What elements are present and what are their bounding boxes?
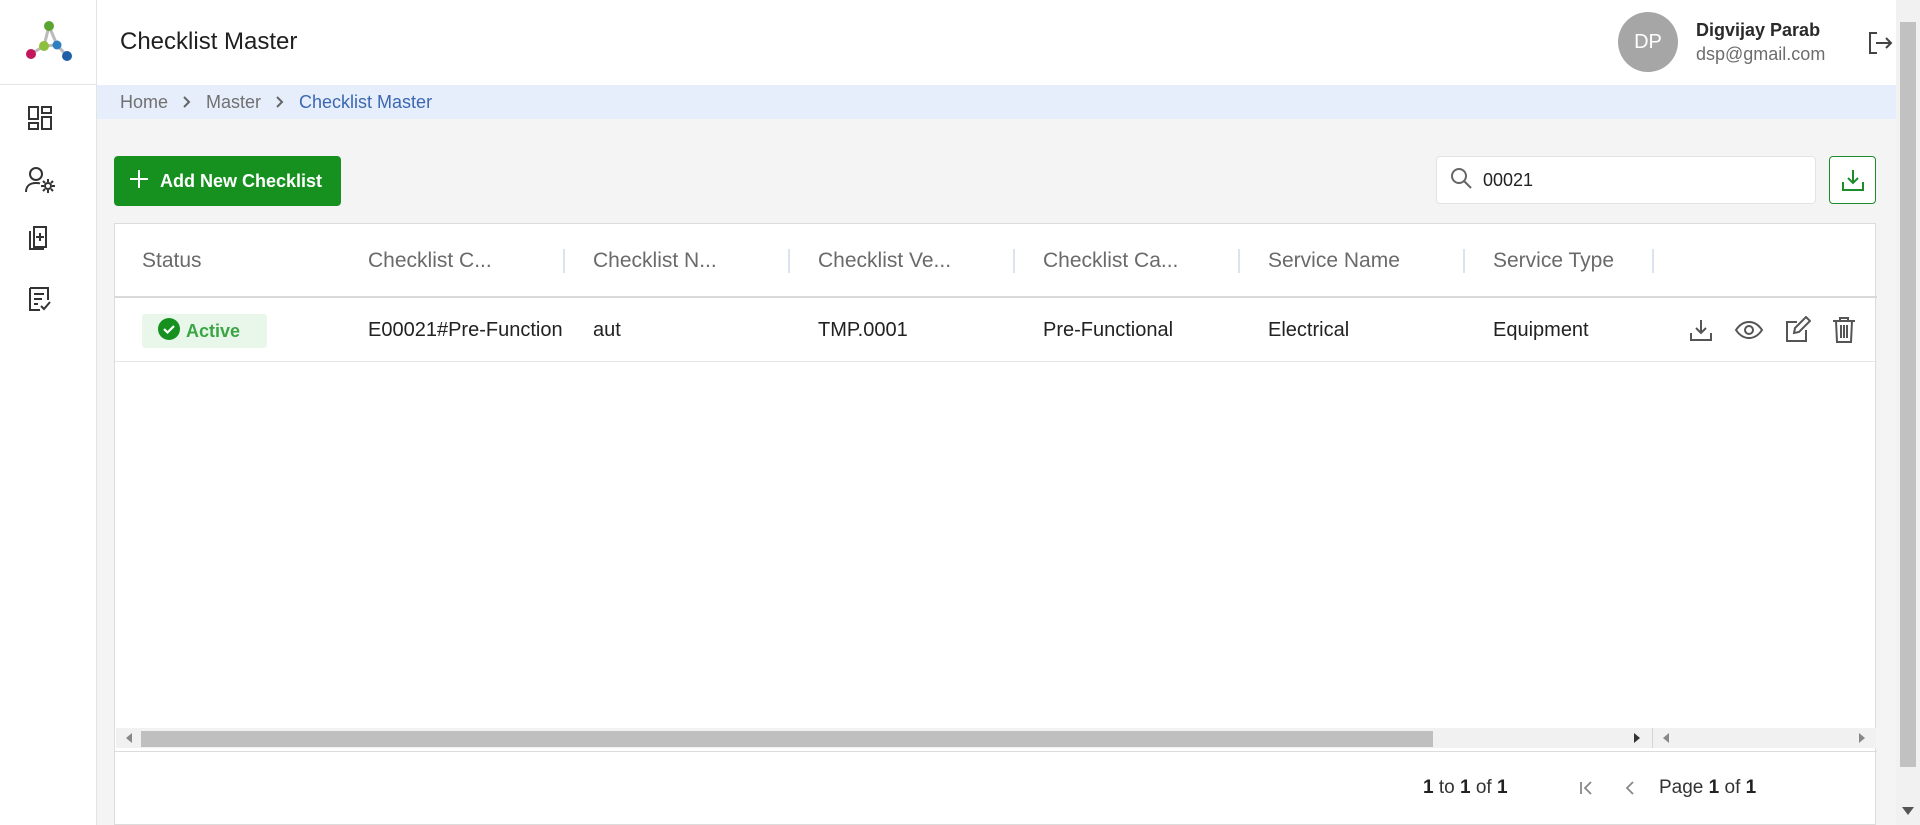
checklist-grid: Status Checklist C... Checklist N... Che… [114,223,1905,825]
first-page-button[interactable] [1576,777,1598,799]
scroll-right-icon[interactable] [1630,731,1644,745]
grid-header: Status Checklist C... Checklist N... Che… [115,224,1877,298]
column-resize-handle[interactable] [1652,249,1654,273]
logout-icon [1869,32,1893,54]
plus-icon [128,168,150,195]
column-resize-handle[interactable] [788,249,790,273]
pinned-horizontal-scrollbar[interactable] [1652,728,1876,748]
scroll-left-icon[interactable] [1659,731,1673,745]
search-icon [1449,166,1473,195]
user-name: Digvijay Parab [1696,20,1821,40]
view-icon [1734,320,1764,340]
previous-page-button[interactable] [1619,777,1641,799]
column-resize-handle[interactable] [563,249,565,273]
search-box [1436,156,1816,204]
row-download-button[interactable] [1686,315,1716,345]
sidebar-item-users[interactable] [24,164,56,196]
column-header-checklist-name[interactable]: Checklist N... [593,224,717,298]
column-header-checklist-category[interactable]: Checklist Ca... [1043,224,1178,298]
add-document-icon [29,226,47,250]
scroll-left-icon[interactable] [122,731,136,745]
user-email: dsp@gmail.com [1696,44,1826,64]
cell-checklist-name: aut [593,318,621,341]
user-settings-icon [25,167,55,193]
dashboard-icon [28,106,52,130]
add-new-checklist-label: Add New Checklist [160,170,323,191]
first-page-icon [1580,781,1592,795]
breadcrumb-checklist-master: Checklist Master [299,91,433,112]
column-resize-handle[interactable] [1238,249,1240,273]
breadcrumb-home[interactable]: Home [120,92,168,113]
cell-service-name: Electrical [1268,318,1350,341]
column-header-status[interactable]: Status [142,224,202,298]
page-indicator: Page 1 of 1 [1659,777,1757,798]
chevron-right-icon [275,95,285,109]
delete-icon [1833,317,1855,343]
vertical-scrollbar-thumb[interactable] [1900,22,1916,767]
horizontal-scrollbar[interactable] [116,728,1652,748]
column-header-checklist-version[interactable]: Checklist Ve... [818,224,951,298]
column-header-service-name[interactable]: Service Name [1268,224,1400,298]
add-new-checklist-button[interactable]: Add New Checklist [114,156,341,206]
logo-mark-icon [25,21,72,61]
check-circle-icon [158,317,180,345]
table-row[interactable]: Active E00021#Pre-Functional aut TMP.000… [115,298,1877,362]
top-header: Checklist Master DP Digvijay Parab dsp@g… [97,0,1896,85]
scroll-down-icon[interactable] [1902,803,1914,815]
sidebar-item-add-document[interactable] [24,222,56,254]
breadcrumb: Home Master Checklist Master [97,85,1896,119]
status-text: Active [186,320,241,341]
pagination: 1 to 1 of 1 Page 1 of 1 [115,751,1905,825]
chevron-right-icon [182,95,192,109]
cell-checklist-code: E00021#Pre-Functional [368,318,563,341]
row-count-summary: 1 to 1 of 1 [1423,777,1508,798]
horizontal-scrollbar-thumb[interactable] [141,731,1433,747]
status-badge: Active [142,314,267,348]
row-edit-button[interactable] [1782,315,1812,345]
column-resize-handle[interactable] [1013,249,1015,273]
sidebar-item-dashboard[interactable] [24,102,56,134]
row-delete-button[interactable] [1829,315,1859,345]
edit-icon [1786,316,1811,342]
chevron-left-icon [1625,781,1634,795]
scroll-right-icon[interactable] [1855,731,1869,745]
page-title: Checklist Master [120,28,298,55]
cell-service-type: Equipment [1493,318,1589,341]
cell-checklist-version: TMP.0001 [818,318,908,341]
export-button[interactable] [1829,156,1876,204]
cell-checklist-category: Pre-Functional [1043,318,1174,341]
download-icon [1690,320,1712,341]
sidebar [0,0,97,825]
column-header-checklist-code[interactable]: Checklist C... [368,224,492,298]
column-header-service-type[interactable]: Service Type [1493,224,1614,298]
column-resize-handle[interactable] [1463,249,1465,273]
download-icon [1841,170,1864,191]
checklist-icon [29,287,51,311]
avatar[interactable]: DP [1618,12,1678,72]
breadcrumb-master[interactable]: Master [206,92,261,113]
app-logo[interactable] [0,0,97,85]
row-view-button[interactable] [1734,315,1764,345]
vertical-scrollbar[interactable] [1896,0,1920,825]
logout-button[interactable] [1865,28,1895,58]
search-input[interactable] [1483,169,1803,191]
sidebar-item-checklist[interactable] [24,283,56,315]
